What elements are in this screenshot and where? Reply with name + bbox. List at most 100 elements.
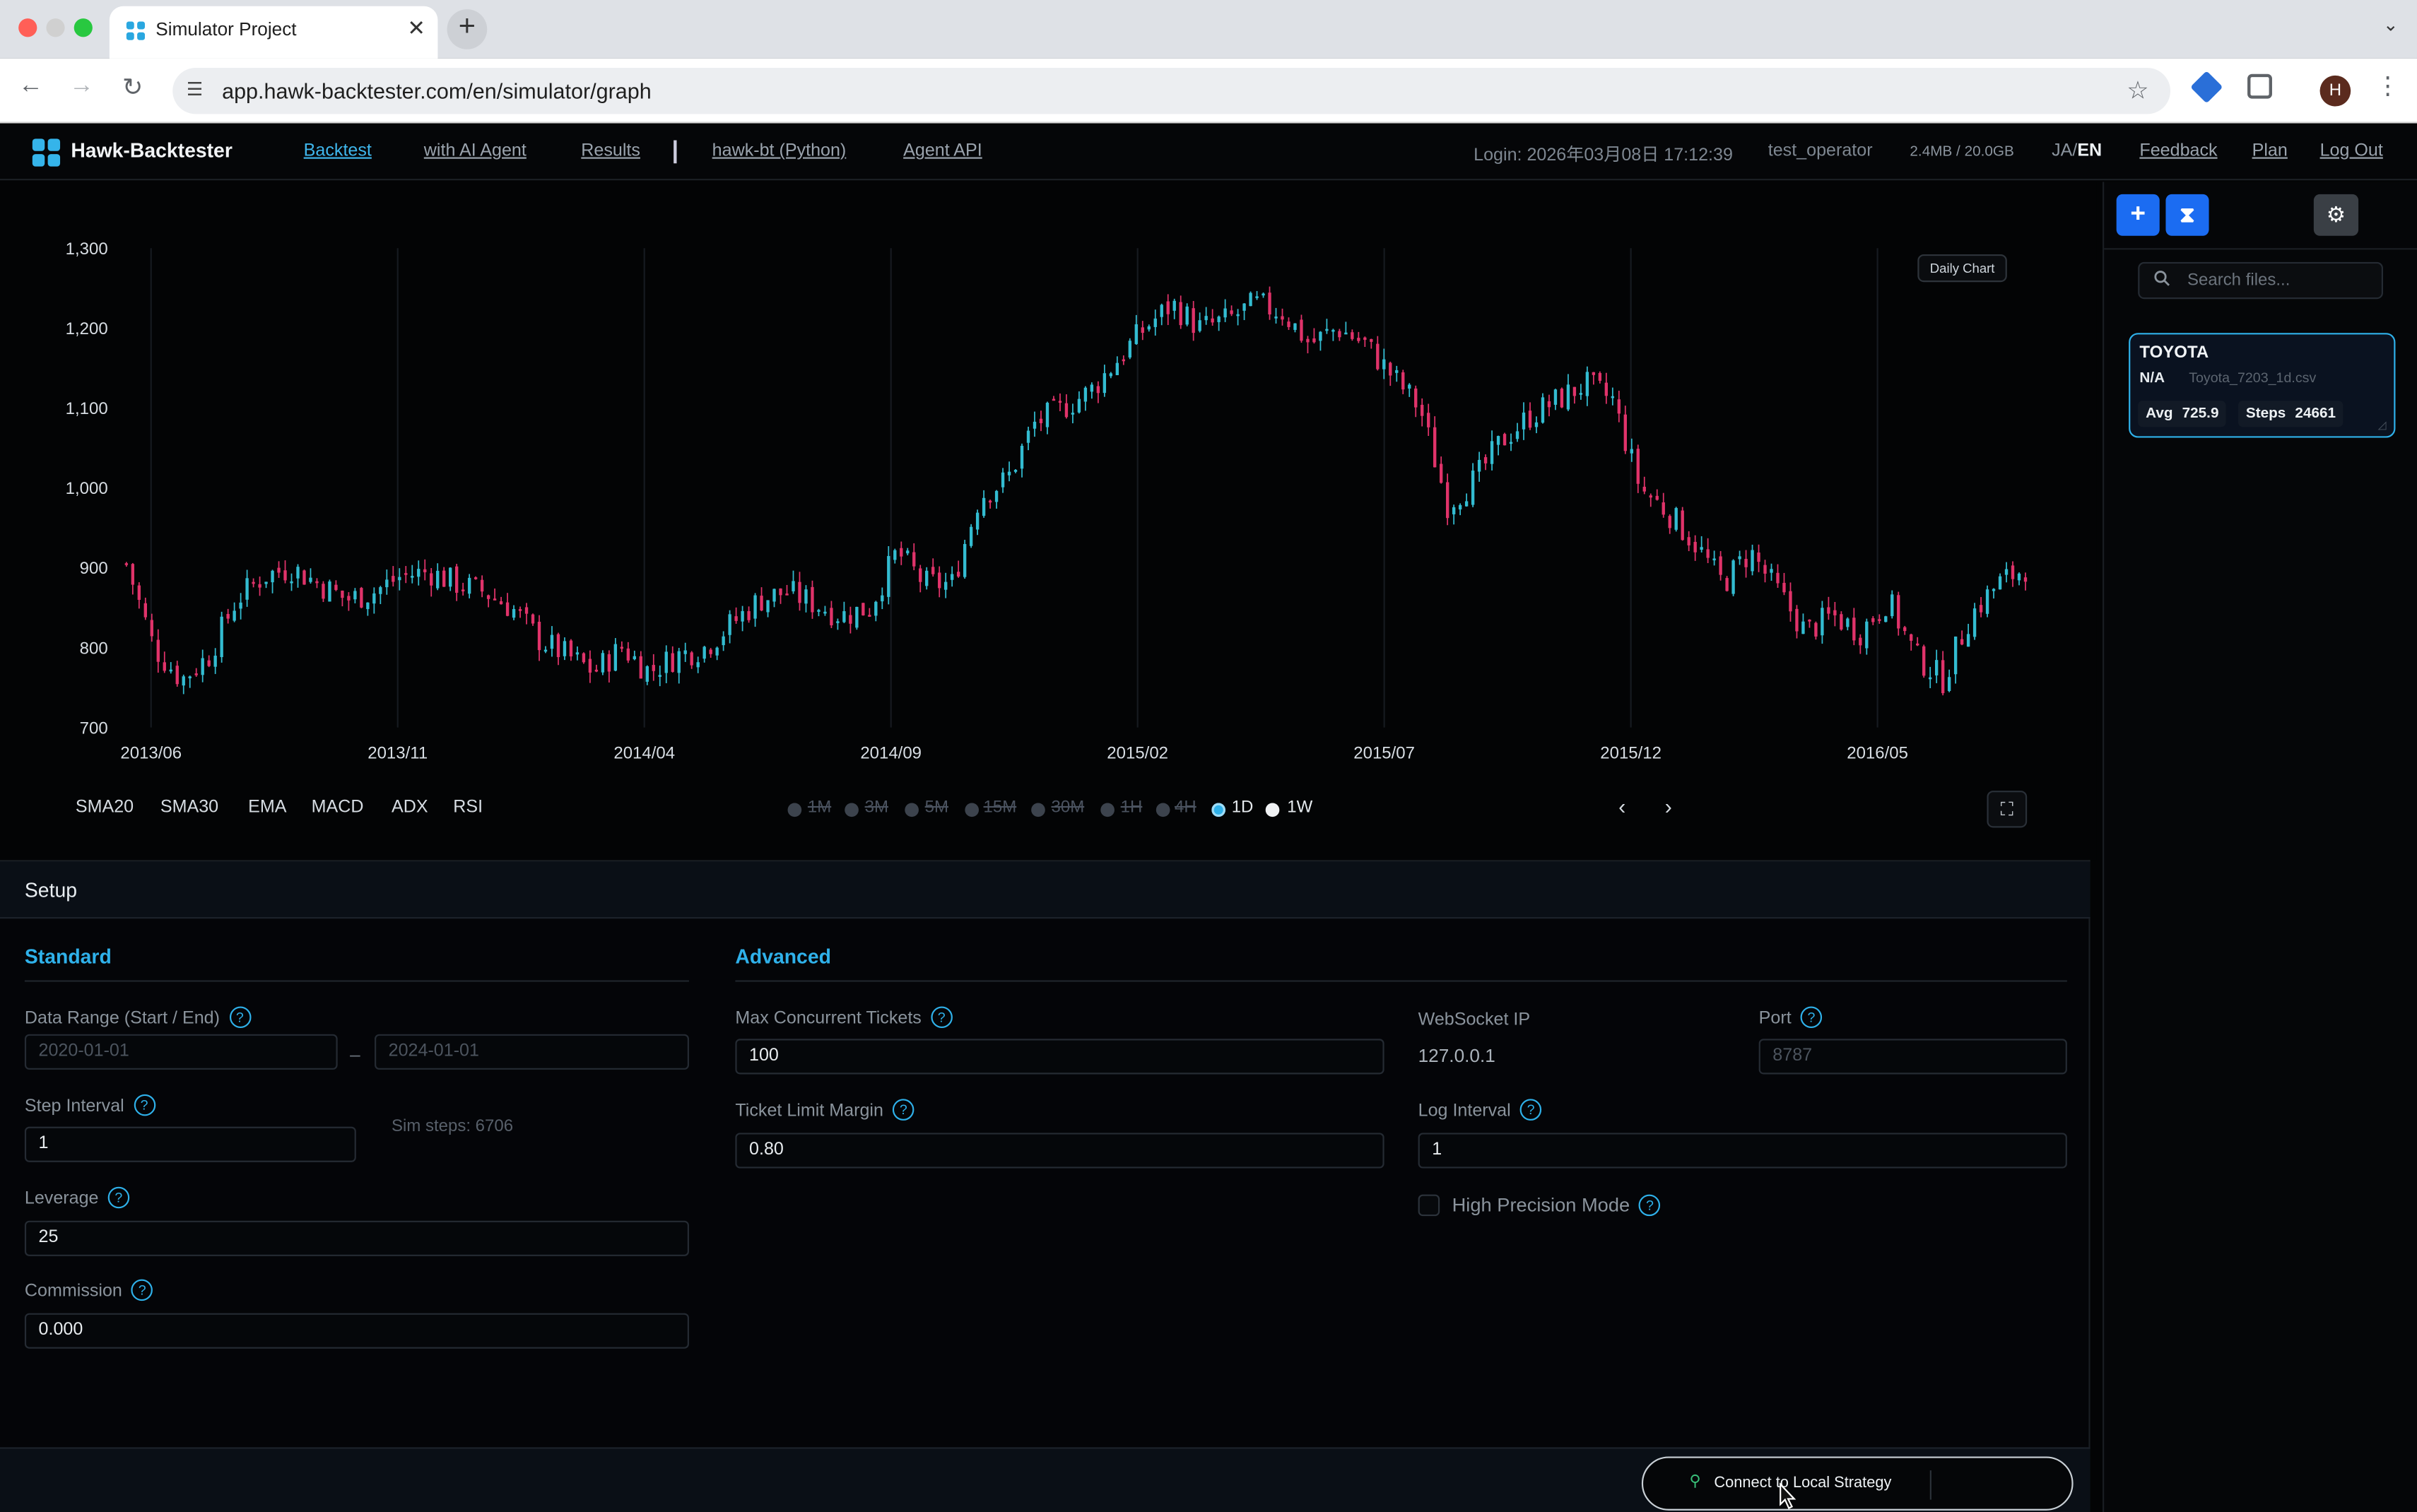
extensions-puzzle-icon[interactable] bbox=[2247, 73, 2272, 99]
nav-link-hawk-bt-python[interactable]: hawk-bt (Python) bbox=[712, 142, 847, 160]
end-date-input[interactable]: 2024-01-01 bbox=[375, 1034, 689, 1070]
help-icon[interactable]: ? bbox=[133, 1094, 155, 1116]
candle-body bbox=[486, 595, 490, 599]
nav-link-results[interactable]: Results bbox=[581, 142, 640, 160]
help-icon[interactable]: ? bbox=[107, 1186, 130, 1209]
high-precision-checkbox[interactable] bbox=[1418, 1194, 1440, 1217]
indicator-ema[interactable]: EMA bbox=[248, 798, 286, 817]
tab-search-icon[interactable]: ⌄ bbox=[2383, 14, 2399, 36]
logout-link[interactable]: Log Out bbox=[2320, 142, 2383, 160]
connect-local-strategy-button[interactable]: ⚲ Connect to Local Strategy bbox=[1641, 1456, 2074, 1511]
back-icon[interactable]: ← bbox=[14, 73, 48, 100]
candle-body bbox=[1674, 508, 1678, 530]
candle-body bbox=[531, 614, 535, 624]
candle-body bbox=[766, 600, 770, 613]
timeframe-1h-radio[interactable] bbox=[1100, 803, 1115, 817]
window-minimize-button[interactable] bbox=[46, 18, 65, 37]
help-icon[interactable]: ? bbox=[930, 1006, 953, 1029]
timeframe-5m[interactable]: 5M bbox=[925, 798, 948, 817]
reload-icon[interactable]: ↻ bbox=[116, 73, 150, 104]
timeframe-3m-radio[interactable] bbox=[845, 803, 859, 817]
new-tab-button[interactable]: + bbox=[447, 9, 488, 49]
indicator-adx[interactable]: ADX bbox=[392, 798, 428, 817]
address-bar[interactable]: ☰ app.hawk-backtester.com/en/simulator/g… bbox=[172, 67, 2171, 114]
timeframe-1m[interactable]: 1M bbox=[808, 798, 831, 817]
browser-menu-icon[interactable]: ⋮ bbox=[2375, 71, 2400, 102]
indicator-macd[interactable]: MACD bbox=[312, 798, 364, 817]
help-icon[interactable]: ? bbox=[229, 1006, 251, 1029]
nav-link-agent-api[interactable]: Agent API bbox=[903, 142, 982, 160]
file-card-toyota[interactable]: TOYOTA N/A Toyota_7203_1d.csv Avg 725.9 S… bbox=[2129, 333, 2396, 438]
chart-prev-icon[interactable]: ‹ bbox=[1618, 793, 1625, 818]
candle-body bbox=[938, 572, 941, 589]
help-icon[interactable]: ? bbox=[1639, 1194, 1661, 1217]
plan-link[interactable]: Plan bbox=[2252, 142, 2288, 160]
timeframe-1d[interactable]: 1D bbox=[1232, 798, 1254, 817]
timeframe-4h-radio[interactable] bbox=[1155, 803, 1170, 817]
indicator-sma20[interactable]: SMA20 bbox=[76, 798, 134, 817]
candle-body bbox=[392, 576, 395, 582]
timeframe-30m-radio[interactable] bbox=[1031, 803, 1045, 817]
browser-tab[interactable]: Simulator Project ✕ bbox=[109, 6, 438, 59]
leverage-input[interactable]: 25 bbox=[24, 1220, 689, 1256]
lang-en[interactable]: EN bbox=[2077, 142, 2102, 160]
timeframe-3m[interactable]: 3M bbox=[865, 798, 888, 817]
tab-close-icon[interactable]: ✕ bbox=[407, 16, 425, 42]
candle-body bbox=[1776, 572, 1780, 584]
timeframe-15m[interactable]: 15M bbox=[984, 798, 1017, 817]
brand-name[interactable]: Hawk-Backtester bbox=[71, 138, 233, 162]
indicator-sma30[interactable]: SMA30 bbox=[160, 798, 218, 817]
add-file-button[interactable]: + bbox=[2116, 194, 2160, 236]
feedback-link[interactable]: Feedback bbox=[2139, 142, 2217, 160]
timeframe-15m-radio[interactable] bbox=[965, 803, 980, 817]
nav-link-ai-agent[interactable]: with AI Agent bbox=[424, 142, 527, 160]
candlestick-chart[interactable]: 1,300 1,200 1,100 1,000 900 800 700 2013/06 2013… bbox=[0, 182, 2096, 860]
forward-icon[interactable]: → bbox=[65, 73, 99, 100]
site-info-icon[interactable]: ☰ bbox=[187, 78, 203, 100]
candle-body bbox=[296, 567, 300, 579]
candle-body bbox=[817, 610, 821, 612]
indicator-rsi[interactable]: RSI bbox=[453, 798, 483, 817]
high-precision-label-text: High Precision Mode bbox=[1452, 1194, 1630, 1217]
candle-body bbox=[1351, 332, 1354, 339]
settings-gear-button[interactable]: ⚙ bbox=[2313, 194, 2359, 236]
log-interval-input[interactable]: 1 bbox=[1418, 1133, 2067, 1169]
bookmark-star-icon[interactable]: ☆ bbox=[2127, 76, 2148, 107]
help-icon[interactable]: ? bbox=[1519, 1099, 1542, 1121]
fullscreen-icon[interactable]: ⛶ bbox=[1987, 791, 2028, 828]
ticket-margin-input[interactable]: 0.80 bbox=[735, 1133, 1384, 1169]
help-icon[interactable]: ? bbox=[893, 1099, 915, 1121]
candle-body bbox=[524, 607, 529, 614]
timeframe-1w[interactable]: 1W bbox=[1287, 798, 1312, 817]
candle-body bbox=[1719, 556, 1722, 575]
timeframe-1m-radio[interactable] bbox=[787, 803, 802, 817]
timeframe-5m-radio[interactable] bbox=[905, 803, 919, 817]
nav-link-backtest[interactable]: Backtest bbox=[304, 142, 372, 160]
step-interval-input[interactable]: 1 bbox=[24, 1126, 356, 1162]
timeframe-1h[interactable]: 1H bbox=[1121, 798, 1143, 817]
lang-ja[interactable]: JA bbox=[2052, 142, 2072, 160]
timeframe-4h[interactable]: 4H bbox=[1175, 798, 1196, 817]
candle-body bbox=[1458, 504, 1462, 510]
profile-avatar[interactable]: H bbox=[2319, 75, 2351, 107]
window-maximize-button[interactable] bbox=[73, 18, 93, 37]
timeframe-1d-radio[interactable] bbox=[1211, 803, 1225, 817]
language-switch[interactable]: JA/EN bbox=[2052, 142, 2102, 160]
timeframe-30m[interactable]: 30M bbox=[1052, 798, 1085, 817]
window-close-button[interactable] bbox=[18, 18, 37, 37]
candle-body bbox=[1782, 582, 1786, 593]
candle-body bbox=[1502, 434, 1507, 446]
candle-body bbox=[881, 595, 884, 602]
run-hourglass-button[interactable]: ⧗ bbox=[2165, 194, 2209, 236]
help-icon[interactable]: ? bbox=[1800, 1006, 1823, 1029]
commission-input[interactable]: 0.000 bbox=[24, 1313, 689, 1349]
timeframe-1w-radio[interactable] bbox=[1265, 803, 1280, 817]
candle-body bbox=[1439, 463, 1443, 483]
chart-next-icon[interactable]: › bbox=[1665, 793, 1672, 818]
start-date-input[interactable]: 2020-01-01 bbox=[24, 1034, 338, 1070]
help-icon[interactable]: ? bbox=[131, 1279, 153, 1301]
port-input[interactable]: 8787 bbox=[1758, 1039, 2067, 1075]
extension-icon[interactable] bbox=[2190, 71, 2223, 104]
file-search-input[interactable]: Search files... bbox=[2138, 261, 2384, 300]
max-tickets-input[interactable]: 100 bbox=[735, 1039, 1384, 1075]
